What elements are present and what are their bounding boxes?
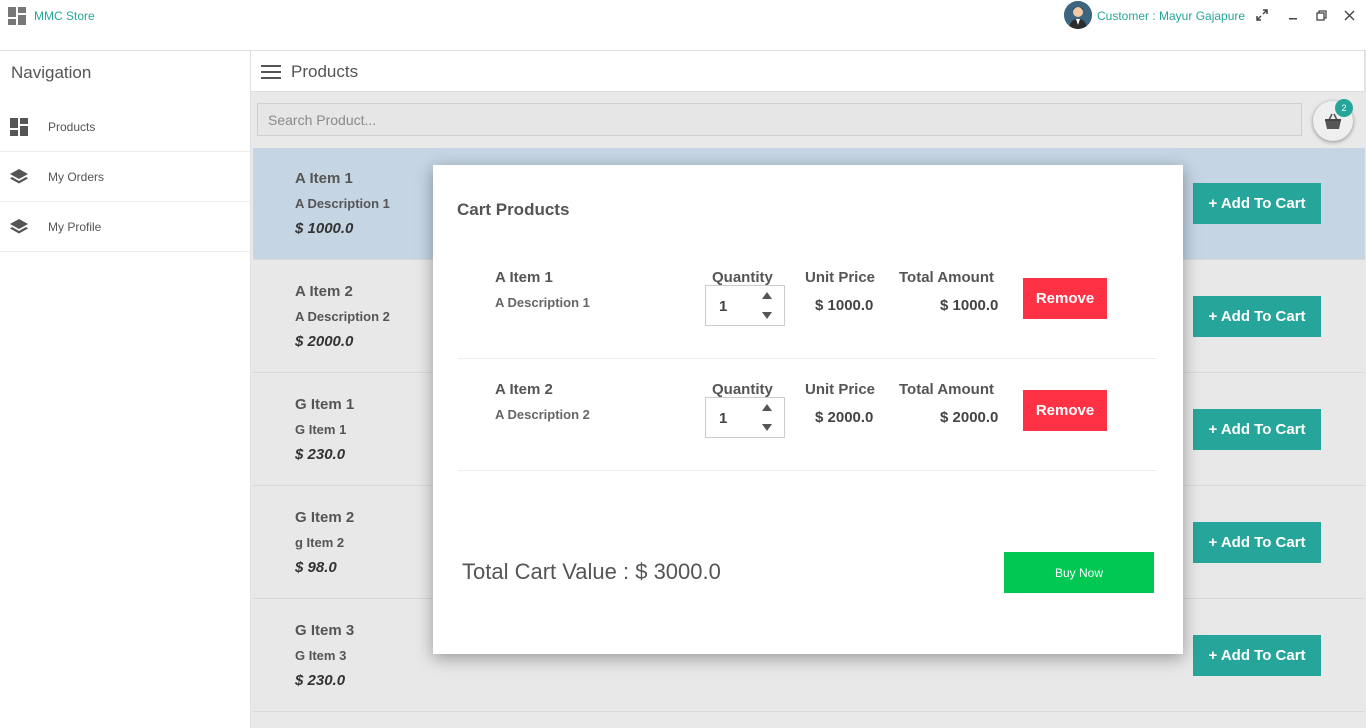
- dashboard-icon: [9, 117, 29, 137]
- layers-icon: [9, 167, 29, 187]
- sidebar: Navigation Products My Orders My Profile: [0, 50, 251, 728]
- product-description: G Item 1: [295, 422, 347, 437]
- quantity-value[interactable]: 1: [719, 410, 727, 427]
- title-bar: MMC Store Customer : Mayur Gajapure: [0, 0, 1366, 50]
- stepper-down-icon[interactable]: [762, 312, 772, 319]
- add-to-cart-button[interactable]: + Add To Cart: [1193, 183, 1321, 224]
- restore-icon: [1315, 9, 1327, 21]
- unit-price-label: Unit Price: [805, 381, 876, 398]
- quantity-label: Quantity: [712, 381, 773, 398]
- product-price: $ 2000.0: [295, 333, 354, 350]
- add-to-cart-button[interactable]: + Add To Cart: [1193, 409, 1321, 450]
- product-price: $ 230.0: [295, 672, 346, 689]
- quantity-value[interactable]: 1: [719, 298, 727, 315]
- add-to-cart-button[interactable]: + Add To Cart: [1193, 522, 1321, 563]
- product-description: G Item 3: [295, 648, 347, 663]
- product-name: G Item 1: [295, 396, 355, 413]
- remove-button[interactable]: Remove: [1023, 390, 1107, 431]
- page-title: Products: [291, 62, 359, 81]
- add-to-cart-button[interactable]: + Add To Cart: [1193, 635, 1321, 676]
- cart-count-badge: 2: [1335, 99, 1353, 117]
- quantity-stepper[interactable]: 1: [705, 397, 785, 438]
- minimize-button[interactable]: [1284, 6, 1302, 24]
- remove-button[interactable]: Remove: [1023, 278, 1107, 319]
- quantity-label: Quantity: [712, 269, 773, 286]
- restore-button[interactable]: [1312, 6, 1330, 24]
- product-description: A Description 1: [295, 196, 390, 211]
- unit-price-value: $ 1000.0: [815, 297, 874, 314]
- total-amount-value: $ 2000.0: [940, 409, 999, 426]
- quantity-stepper[interactable]: 1: [705, 285, 785, 326]
- close-button[interactable]: [1340, 6, 1358, 24]
- cart-item-description: A Description 1: [495, 295, 590, 310]
- product-description: A Description 2: [295, 309, 390, 324]
- stepper-up-icon[interactable]: [762, 292, 772, 299]
- menu-icon[interactable]: [261, 65, 281, 79]
- layers-icon: [9, 217, 29, 237]
- customer-name: Customer : Mayur Gajapure: [1097, 9, 1246, 23]
- nav-title: Navigation: [11, 63, 92, 82]
- cart-item-row: A Item 1 A Description 1 Quantity 1 Unit…: [458, 247, 1157, 359]
- sidebar-item-my-orders[interactable]: My Orders: [0, 152, 250, 202]
- cart-dialog: Cart Products A Item 1 A Description 1 Q…: [433, 165, 1183, 654]
- sidebar-item-products[interactable]: Products: [0, 102, 250, 152]
- cart-item-row: A Item 2 A Description 2 Quantity 1 Unit…: [458, 359, 1157, 471]
- product-name: A Item 1: [295, 170, 353, 187]
- dialog-title: Cart Products: [457, 200, 570, 219]
- sidebar-item-my-profile[interactable]: My Profile: [0, 202, 250, 252]
- total-amount-value: $ 1000.0: [940, 297, 999, 314]
- user-avatar-icon: [1064, 1, 1092, 29]
- product-price: $ 230.0: [295, 446, 346, 463]
- cart-item-name: A Item 1: [495, 269, 553, 286]
- unit-price-label: Unit Price: [805, 269, 876, 286]
- search-input[interactable]: [257, 103, 1302, 136]
- app-title: MMC Store: [34, 9, 95, 23]
- stepper-up-icon[interactable]: [762, 404, 772, 411]
- product-name: G Item 2: [295, 509, 355, 526]
- cart-item-description: A Description 2: [495, 407, 590, 422]
- avatar[interactable]: [1064, 1, 1092, 29]
- dashboard-icon: [8, 7, 26, 25]
- total-cart-value: Total Cart Value : $ 3000.0: [462, 559, 721, 584]
- minimize-icon: [1289, 18, 1297, 20]
- total-amount-label: Total Amount: [899, 269, 994, 286]
- cart-item-name: A Item 2: [495, 381, 553, 398]
- sidebar-item-label: Products: [48, 119, 96, 134]
- product-name: A Item 2: [295, 283, 353, 300]
- total-amount-label: Total Amount: [899, 381, 994, 398]
- sidebar-item-label: My Profile: [48, 219, 102, 234]
- fullscreen-button[interactable]: [1253, 6, 1271, 24]
- product-name: G Item 3: [295, 622, 355, 639]
- expand-icon: [1256, 9, 1268, 21]
- stepper-down-icon[interactable]: [762, 424, 772, 431]
- add-to-cart-button[interactable]: + Add To Cart: [1193, 296, 1321, 337]
- unit-price-value: $ 2000.0: [815, 409, 874, 426]
- close-icon: [1344, 10, 1354, 20]
- page-header: Products: [251, 51, 1365, 92]
- product-description: g Item 2: [295, 535, 345, 550]
- product-price: $ 1000.0: [295, 220, 354, 237]
- sidebar-item-label: My Orders: [48, 169, 105, 184]
- buy-now-button[interactable]: Buy Now: [1004, 552, 1154, 593]
- product-price: $ 98.0: [295, 559, 337, 576]
